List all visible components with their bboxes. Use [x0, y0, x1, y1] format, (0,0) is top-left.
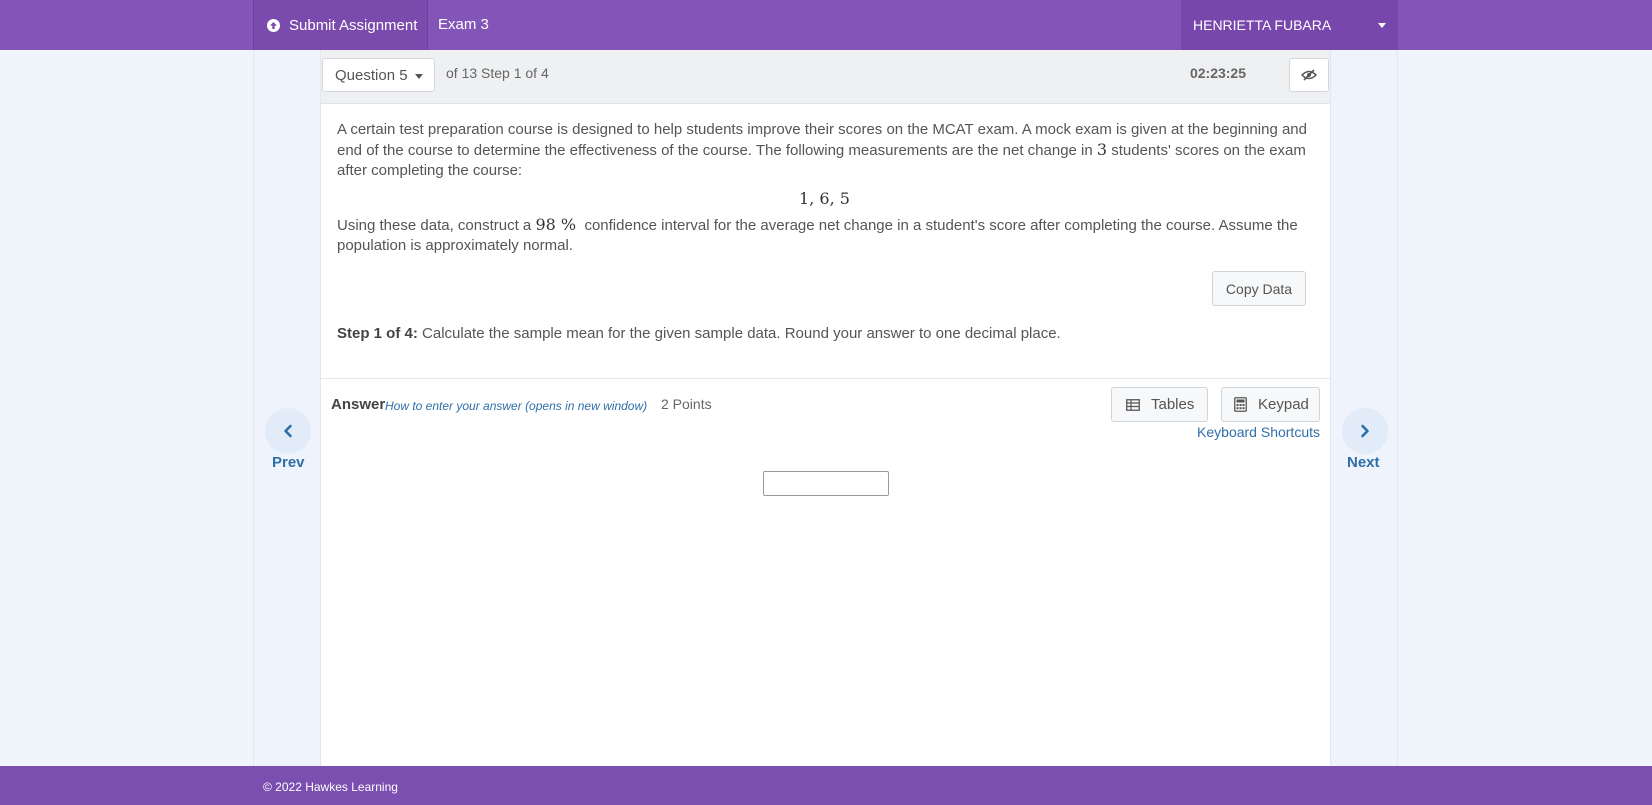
keypad-label: Keypad	[1258, 396, 1309, 413]
how-to-enter-answer-link[interactable]: How to enter your answer (opens in new w…	[385, 399, 647, 413]
question-bar: Question 5 of 13 Step 1 of 4 02:23:25	[321, 50, 1330, 104]
confidence-level: 98 %	[535, 215, 577, 234]
prev-button[interactable]	[265, 408, 311, 454]
user-name: HENRIETTA FUBARA	[1193, 17, 1332, 33]
exam-title: Exam 3	[438, 16, 489, 33]
sample-data: 1, 6, 5	[799, 189, 850, 208]
top-bar: Submit Assignment Exam 3 HENRIETTA FUBAR…	[0, 0, 1652, 50]
calculator-icon	[1234, 397, 1247, 412]
timer: 02:23:25	[1189, 65, 1246, 81]
copy-data-button[interactable]: Copy Data	[1212, 271, 1306, 306]
tables-button[interactable]: Tables	[1111, 387, 1208, 422]
question-progress: of 13 Step 1 of 4	[446, 65, 549, 81]
points-value: 2 Points	[661, 396, 712, 412]
question-panel: Question 5 of 13 Step 1 of 4 02:23:25 A …	[320, 50, 1331, 766]
chevron-right-icon	[1361, 424, 1369, 438]
hide-timer-button[interactable]	[1289, 58, 1329, 92]
problem-description: A certain test preparation course is des…	[337, 120, 1312, 181]
next-label[interactable]: Next	[1347, 454, 1380, 471]
question-select[interactable]: Question 5	[322, 58, 435, 92]
chevron-down-icon	[415, 74, 423, 79]
footer: © 2022 Hawkes Learning	[0, 766, 1652, 805]
problem-statement: A certain test preparation course is des…	[337, 120, 1312, 256]
tables-label: Tables	[1151, 396, 1195, 413]
question-select-value: Question 5	[335, 66, 408, 84]
answer-label: Answer	[331, 396, 386, 413]
table-icon	[1126, 398, 1140, 411]
prev-label[interactable]: Prev	[272, 454, 305, 471]
chevron-down-icon	[1378, 23, 1386, 28]
next-column: Next	[1331, 50, 1398, 766]
submit-assignment-label: Submit Assignment	[289, 16, 418, 34]
copyright-text: © 2022 Hawkes Learning	[263, 780, 398, 794]
user-menu[interactable]: HENRIETTA FUBARA	[1181, 0, 1398, 50]
step-label: Step 1 of 4:	[337, 325, 418, 342]
problem-instruction: Using these data, construct a 98 % confi…	[337, 215, 1312, 256]
answer-input[interactable]	[763, 471, 889, 496]
submit-assignment-button[interactable]: Submit Assignment	[253, 0, 428, 50]
keyboard-shortcuts-link[interactable]: Keyboard Shortcuts	[1197, 424, 1320, 440]
next-button[interactable]	[1342, 408, 1388, 454]
prev-column: Prev	[253, 50, 322, 766]
divider	[321, 378, 1330, 379]
step-text: Calculate the sample mean for the given …	[417, 325, 1061, 342]
upload-icon	[267, 18, 280, 32]
step-instruction: Step 1 of 4: Calculate the sample mean f…	[337, 325, 1061, 342]
eye-slash-icon	[1301, 69, 1317, 81]
instruction-text-1: Using these data, construct a	[337, 217, 536, 234]
sample-size: 3	[1096, 140, 1108, 159]
keypad-button[interactable]: Keypad	[1221, 387, 1320, 422]
chevron-left-icon	[284, 424, 292, 438]
